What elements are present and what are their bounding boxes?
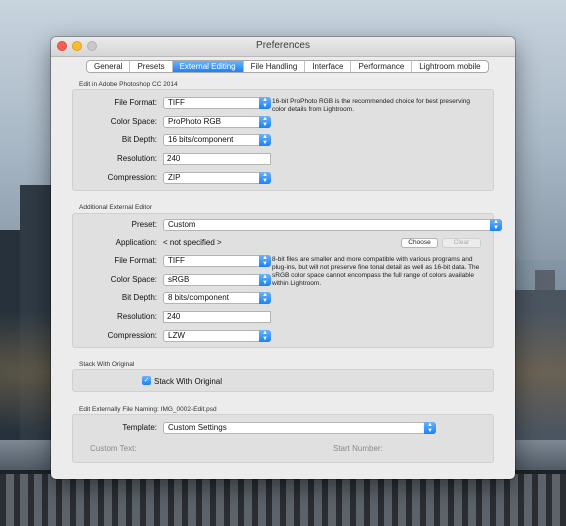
clear-button[interactable]: Clear bbox=[442, 238, 481, 248]
ae-bit-depth-select[interactable]: 8 bits/component ▲ ▼ bbox=[163, 292, 271, 304]
ae-file-format-value: TIFF bbox=[168, 256, 185, 265]
additional-editor-section-title: Additional External Editor bbox=[79, 204, 152, 211]
template-label: Template: bbox=[122, 423, 157, 432]
tab-general[interactable]: General bbox=[87, 61, 131, 72]
application-label: Application: bbox=[115, 238, 157, 247]
preferences-window: Preferences General Presets External Edi… bbox=[51, 37, 515, 479]
tab-performance[interactable]: Performance bbox=[351, 61, 413, 72]
chevron-updown-icon: ▲ ▼ bbox=[424, 422, 436, 434]
preset-value: Custom bbox=[168, 220, 196, 229]
chevron-updown-icon: ▲ ▼ bbox=[259, 255, 271, 267]
chevron-updown-icon: ▲ ▼ bbox=[490, 219, 502, 231]
chevron-updown-icon: ▲ ▼ bbox=[259, 330, 271, 342]
ps-bit-depth-label: Bit Depth: bbox=[121, 135, 157, 144]
ae-resolution-label: Resolution: bbox=[116, 312, 157, 321]
ae-compression-label: Compression: bbox=[107, 331, 157, 340]
tab-lightroom-mobile[interactable]: Lightroom mobile bbox=[412, 61, 487, 72]
application-value: < not specified > bbox=[163, 238, 222, 247]
preset-label: Preset: bbox=[131, 220, 157, 229]
custom-text-label: Custom Text: bbox=[90, 444, 137, 453]
tab-file-handling[interactable]: File Handling bbox=[244, 61, 306, 72]
ps-bit-depth-select[interactable]: 16 bits/component ▲ ▼ bbox=[163, 134, 271, 146]
stack-panel: ✓ Stack With Original bbox=[72, 369, 494, 392]
chevron-updown-icon: ▲ ▼ bbox=[259, 172, 271, 184]
naming-example: IMG_0002-Edit.psd bbox=[160, 406, 217, 413]
ae-color-space-select[interactable]: sRGB ▲ ▼ bbox=[163, 274, 271, 286]
ps-color-space-label: Color Space: bbox=[110, 117, 157, 126]
ae-bit-depth-value: 8 bits/component bbox=[168, 293, 229, 302]
ps-recommendation-note: 16-bit ProPhoto RGB is the recommended c… bbox=[272, 98, 470, 113]
chevron-updown-icon: ▲ ▼ bbox=[259, 134, 271, 146]
title-bar[interactable]: Preferences bbox=[51, 37, 515, 57]
naming-section-title: Edit Externally File Naming: IMG_0002-Ed… bbox=[79, 406, 217, 413]
ps-file-format-label: File Format: bbox=[114, 98, 157, 107]
ps-compression-value: ZIP bbox=[168, 173, 181, 182]
photoshop-section-title: Edit in Adobe Photoshop CC 2014 bbox=[79, 81, 178, 88]
ps-resolution-label: Resolution: bbox=[116, 154, 157, 163]
stack-with-original-label: Stack With Original bbox=[154, 377, 223, 386]
ps-resolution-field[interactable]: 240 bbox=[163, 153, 271, 165]
ae-compatibility-note: 8-bit files are smaller and more compati… bbox=[272, 256, 480, 287]
chevron-updown-icon: ▲ ▼ bbox=[259, 274, 271, 286]
choose-button[interactable]: Choose bbox=[401, 238, 438, 248]
ps-file-format-value: TIFF bbox=[168, 98, 185, 107]
photoshop-settings-panel: File Format: TIFF ▲ ▼ Color Space: ProPho… bbox=[72, 89, 494, 191]
tab-interface[interactable]: Interface bbox=[305, 61, 352, 72]
ps-compression-select[interactable]: ZIP ▲ ▼ bbox=[163, 172, 271, 184]
ae-resolution-field[interactable]: 240 bbox=[163, 311, 271, 323]
window-title: Preferences bbox=[256, 40, 310, 51]
preferences-tab-bar: General Presets External Editing File Ha… bbox=[86, 60, 489, 73]
ae-color-space-value: sRGB bbox=[168, 275, 190, 284]
ps-file-format-select[interactable]: TIFF ▲ ▼ bbox=[163, 97, 271, 109]
chevron-updown-icon: ▲ ▼ bbox=[259, 97, 271, 109]
start-number-label: Start Number: bbox=[333, 444, 383, 453]
template-select[interactable]: Custom Settings ▲ ▼ bbox=[163, 422, 436, 434]
ps-compression-label: Compression: bbox=[107, 173, 157, 182]
stack-section-title: Stack With Original bbox=[79, 361, 135, 368]
naming-section-label: Edit Externally File Naming: bbox=[79, 406, 159, 413]
tab-presets[interactable]: Presets bbox=[130, 61, 173, 72]
ae-color-space-label: Color Space: bbox=[110, 275, 157, 284]
ps-color-space-select[interactable]: ProPhoto RGB ▲ ▼ bbox=[163, 116, 271, 128]
ps-color-space-value: ProPhoto RGB bbox=[168, 117, 221, 126]
ps-bit-depth-value: 16 bits/component bbox=[168, 135, 234, 144]
template-value: Custom Settings bbox=[168, 423, 227, 432]
ae-bit-depth-label: Bit Depth: bbox=[121, 293, 157, 302]
chevron-updown-icon: ▲ ▼ bbox=[259, 292, 271, 304]
ae-compression-select[interactable]: LZW ▲ ▼ bbox=[163, 330, 271, 342]
ae-file-format-label: File Format: bbox=[114, 256, 157, 265]
ae-compression-value: LZW bbox=[168, 331, 185, 340]
stack-with-original-checkbox[interactable]: ✓ bbox=[142, 376, 151, 385]
naming-panel: Template: Custom Settings ▲ ▼ Custom Text… bbox=[72, 414, 494, 463]
chevron-updown-icon: ▲ ▼ bbox=[259, 116, 271, 128]
ae-file-format-select[interactable]: TIFF ▲ ▼ bbox=[163, 255, 271, 267]
additional-editor-panel: Preset: Custom ▲ ▼ Application: < not spe… bbox=[72, 213, 502, 348]
preset-select[interactable]: Custom ▲ ▼ bbox=[163, 219, 502, 231]
tab-external-editing[interactable]: External Editing bbox=[172, 61, 244, 72]
